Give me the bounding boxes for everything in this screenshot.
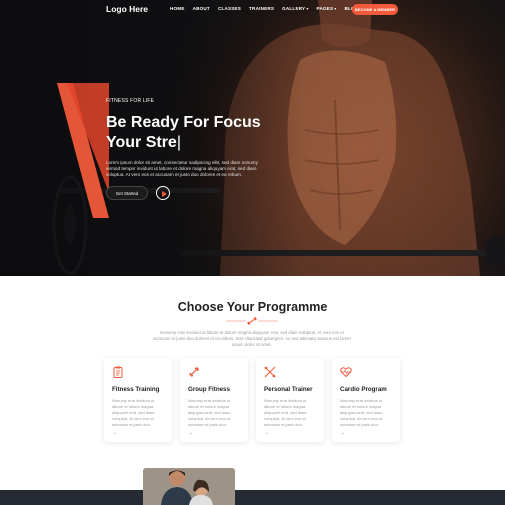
- card-text: Nonumy erat invidunt ut labore et dolore…: [188, 398, 231, 427]
- arrow-right-icon[interactable]: →: [264, 430, 269, 436]
- arrow-right-icon[interactable]: →: [340, 430, 345, 436]
- section-description: Nonumy erat invidunt ut labore et dolore…: [153, 330, 351, 347]
- get-started-button[interactable]: Get Started: [106, 186, 148, 200]
- section-title: Choose Your Programme: [177, 300, 328, 314]
- hero-title-line1: Be Ready For Focus: [106, 114, 261, 131]
- card-fitness-training[interactable]: Fitness Training Nonumy erat invidunt ut…: [104, 358, 172, 442]
- hero-title-line2: Your Stre|: [106, 134, 181, 152]
- nav-item-pages[interactable]: PAGES▾: [317, 6, 337, 11]
- card-title: Fitness Training: [112, 386, 160, 393]
- hero-title-typed: Your Stre: [106, 134, 177, 151]
- nav-item-trainers[interactable]: TRAINERS: [249, 6, 274, 11]
- programme-cards: Fitness Training Nonumy erat invidunt ut…: [104, 358, 400, 442]
- card-personal-trainer[interactable]: Personal Trainer Nonumy erat invidunt ut…: [256, 358, 324, 442]
- become-member-button[interactable]: BECOME A MEMBER: [352, 4, 398, 15]
- team-photo-image: [143, 468, 235, 505]
- chevron-down-icon: ▾: [334, 6, 337, 11]
- barbell-icon: [264, 366, 276, 378]
- card-title: Cardio Program: [340, 386, 387, 393]
- typing-cursor: |: [176, 134, 181, 151]
- heart-icon: [340, 367, 352, 378]
- site-header: Logo Here HOME ABOUT CLASSES TRAINERS GA…: [0, 0, 505, 20]
- card-cardio-program[interactable]: Cardio Program Nonumy erat invidunt ut l…: [332, 358, 400, 442]
- nav-item-classes[interactable]: CLASSES: [218, 6, 241, 11]
- card-title: Personal Trainer: [264, 386, 313, 393]
- card-text: Nonumy erat invidunt ut labore et dolore…: [112, 398, 155, 427]
- play-icon: [162, 190, 167, 197]
- hero-eyebrow: FITNESS FOR LIFE: [106, 98, 155, 104]
- play-video-button[interactable]: [156, 186, 170, 200]
- hero-description: Lorem ipsum dolor sit amet, consectetur …: [106, 160, 258, 177]
- programme-section: Choose Your Programme Nonumy erat invidu…: [0, 276, 505, 490]
- nav-item-about[interactable]: ABOUT: [193, 6, 210, 11]
- dumbbell-divider-icon: [226, 317, 278, 325]
- chevron-down-icon: ▾: [306, 6, 309, 11]
- dumbbell-icon: [189, 367, 199, 377]
- clipboard-icon: [113, 366, 123, 378]
- next-section-strip: [0, 490, 505, 505]
- site-logo[interactable]: Logo Here: [106, 4, 148, 14]
- card-text: Nonumy erat invidunt ut labore et dolore…: [264, 398, 307, 427]
- nav-item-home[interactable]: HOME: [170, 6, 185, 11]
- card-group-fitness[interactable]: Group Fitness Nonumy erat invidunt ut la…: [180, 358, 248, 442]
- card-text: Nonumy erat invidunt ut labore et dolore…: [340, 398, 383, 427]
- hero-section: Logo Here HOME ABOUT CLASSES TRAINERS GA…: [0, 0, 505, 276]
- card-title: Group Fitness: [188, 386, 230, 393]
- hero-accent-shape: [57, 83, 109, 218]
- arrow-right-icon[interactable]: →: [112, 430, 117, 436]
- nav-item-gallery[interactable]: GALLERY▾: [282, 6, 308, 11]
- arrow-right-icon[interactable]: →: [188, 430, 193, 436]
